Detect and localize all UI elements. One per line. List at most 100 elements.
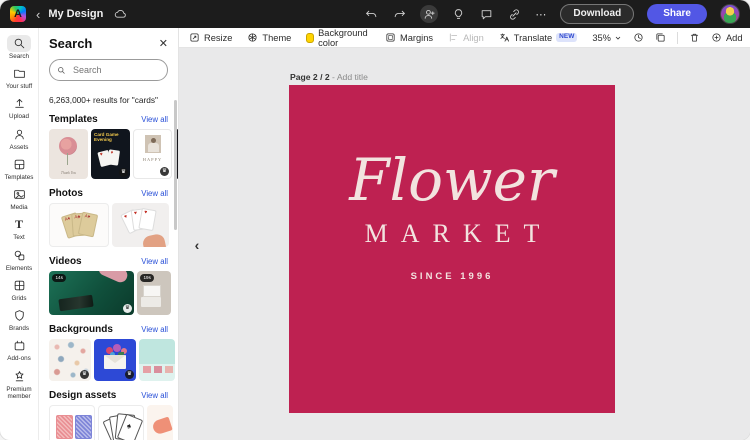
media-icon <box>7 186 31 203</box>
video-thumb-card-shuffle[interactable]: 14s ♛ <box>49 271 134 315</box>
add-page-button[interactable]: Add <box>711 32 743 43</box>
margins-button[interactable]: Margins <box>385 32 433 43</box>
background-color-button[interactable]: Background color <box>306 28 370 48</box>
new-badge: NEW <box>556 32 578 43</box>
sidebar-item-label: Media <box>10 204 28 212</box>
redo-icon[interactable] <box>392 7 407 22</box>
pages-button[interactable] <box>655 32 666 43</box>
panel-scrollbar[interactable] <box>174 100 177 230</box>
delete-page-button[interactable] <box>689 32 700 43</box>
sidebar-item-brands[interactable]: Brands <box>0 305 38 334</box>
sidebar-item-add-ons[interactable]: Add-ons <box>0 335 38 364</box>
asset-thumb-hand[interactable] <box>147 405 173 440</box>
view-all-templates-link[interactable]: View all <box>141 115 168 124</box>
history-button[interactable] <box>633 32 644 43</box>
close-icon[interactable]: ✕ <box>159 37 168 50</box>
avatar[interactable] <box>720 4 740 24</box>
design-assets-row: ♛ ♠ <box>49 405 178 440</box>
shield-icon <box>7 307 31 324</box>
video-duration-badge: 14s <box>52 274 67 282</box>
video-thumb-laptop[interactable]: 19s <box>137 271 171 315</box>
view-all-design-assets-link[interactable]: View all <box>141 391 168 400</box>
sidebar-item-templates[interactable]: Templates <box>0 154 38 183</box>
add-icon <box>712 33 721 42</box>
sidebar-item-your-stuff[interactable]: Your stuff <box>0 63 38 92</box>
view-all-videos-link[interactable]: View all <box>141 257 168 266</box>
shapes-icon <box>7 247 31 264</box>
link-icon[interactable] <box>507 7 522 22</box>
template-thumb-card-game[interactable]: Card Game Evening ♥ ♦ ♛ <box>91 129 130 179</box>
search-panel-title: Search <box>49 36 93 51</box>
toolbar-divider <box>676 31 678 44</box>
template-thumb-thank-you[interactable]: Thank You <box>49 129 88 179</box>
sidebar-item-text[interactable]: T Text <box>0 214 38 243</box>
more-options-icon[interactable]: ⋯ <box>535 8 547 21</box>
translate-button[interactable]: Translate NEW <box>499 32 578 43</box>
sidebar-item-label: Add-ons <box>7 355 31 363</box>
lightbulb-icon[interactable] <box>451 7 466 22</box>
premium-icon <box>7 368 31 385</box>
page-title-placeholder[interactable]: - Add title <box>330 72 368 82</box>
history-icon <box>634 33 643 42</box>
section-title-design-assets: Design assets <box>49 390 117 401</box>
template-icon <box>7 156 31 173</box>
sidebar-item-media[interactable]: Media <box>0 184 38 213</box>
zoom-select[interactable]: 35% <box>592 33 622 43</box>
background-thumb-envelope-flowers[interactable]: ♛ <box>94 339 136 381</box>
comment-icon[interactable] <box>479 7 494 22</box>
sidebar-item-premium-member[interactable]: Premium member <box>0 366 38 402</box>
sidebar-item-label: Brands <box>9 325 29 333</box>
resize-button[interactable]: Resize <box>189 32 232 43</box>
photo-thumb-vintage-cards[interactable]: A♠ A♣ A♥ <box>49 203 109 247</box>
undo-icon[interactable] <box>364 7 379 22</box>
video-duration-badge: 19s <box>140 274 155 282</box>
asset-thumb-card-fan[interactable]: ♠ <box>98 405 144 440</box>
trash-icon <box>690 33 699 42</box>
flower-art <box>59 137 77 155</box>
template-caption: HAPPY <box>142 157 163 162</box>
background-thumb-winter[interactable] <box>139 339 175 381</box>
page-label[interactable]: Page 2 / 2 - Add title <box>290 72 368 82</box>
download-button[interactable]: Download <box>560 4 635 24</box>
align-icon <box>449 33 458 42</box>
design-tagline-text[interactable]: SINCE 1996 <box>411 271 494 282</box>
sidebar-item-grids[interactable]: Grids <box>0 275 38 304</box>
sidebar-item-upload[interactable]: Upload <box>0 93 38 122</box>
asset-thumb-card-backs[interactable]: ♛ <box>49 405 95 440</box>
design-page[interactable]: Flower MARKET SINCE 1996 <box>289 85 615 413</box>
stage: Resize Theme Background color Margins Al… <box>179 28 750 440</box>
top-header: ‹ My Design ⋯ Download <box>0 0 750 28</box>
search-input[interactable] <box>71 64 160 76</box>
design-subtitle-text[interactable]: MARKET <box>352 219 553 249</box>
sidebar-item-elements[interactable]: Elements <box>0 245 38 274</box>
sidebar-item-assets[interactable]: Assets <box>0 124 38 153</box>
template-thumb-happy[interactable]: HAPPY ♛ <box>133 129 172 179</box>
design-title-text[interactable]: Flower <box>349 151 554 209</box>
view-all-backgrounds-link[interactable]: View all <box>141 325 168 334</box>
panel-collapse-button[interactable]: ‹ <box>186 234 208 256</box>
background-color-swatch <box>306 32 315 43</box>
back-chevron-icon[interactable]: ‹ <box>36 7 40 22</box>
grid-icon <box>7 277 31 294</box>
canvas-area[interactable]: ‹ Page 2 / 2 - Add title Flower MARKET S… <box>179 48 750 440</box>
background-thumb-pattern[interactable]: ♛ <box>49 339 91 381</box>
view-all-photos-link[interactable]: View all <box>141 189 168 198</box>
share-button[interactable]: Share <box>647 4 707 24</box>
adobe-express-logo[interactable] <box>10 6 26 22</box>
cloud-sync-icon <box>113 7 128 22</box>
sidebar-item-label: Grids <box>11 294 27 302</box>
translate-label: Translate <box>513 32 553 43</box>
align-button: Align <box>448 32 484 43</box>
templates-row: Thank You Card Game Evening ♥ ♦ ♛ HAPPY ♛ <box>49 129 178 179</box>
translate-icon <box>500 33 509 42</box>
add-collaborator-icon[interactable] <box>420 5 439 23</box>
sidebar-item-label: Search <box>9 53 29 60</box>
document-title[interactable]: My Design <box>48 8 103 20</box>
sidebar-rail: Search Your stuff Upload Assets Template… <box>0 28 39 440</box>
photo-thumb-hand-cards[interactable]: ♥ ♥ ♥ <box>112 203 169 247</box>
sidebar-item-search[interactable]: Search <box>0 33 38 62</box>
theme-button[interactable]: Theme <box>247 32 291 43</box>
search-input-wrapper <box>49 59 168 81</box>
folder-icon <box>7 65 31 82</box>
premium-badge: ♛ <box>123 304 132 313</box>
